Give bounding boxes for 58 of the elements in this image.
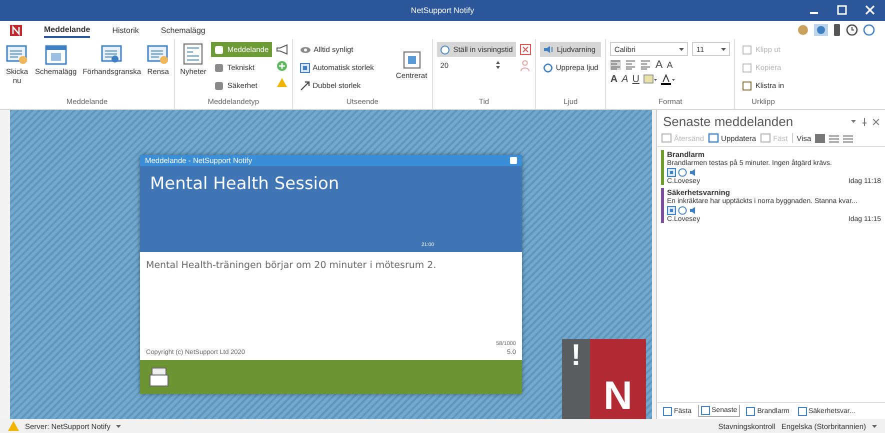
- caret-icon[interactable]: [116, 424, 122, 428]
- message-icon: [6, 43, 28, 65]
- caret-icon: [721, 48, 726, 50]
- tab-icon: [798, 406, 806, 416]
- toolbar-icon: [661, 133, 672, 143]
- text-style-button[interactable]: A: [622, 74, 628, 85]
- warning-icon: [8, 421, 19, 431]
- logo-mark: !: [562, 339, 590, 419]
- close-icon[interactable]: [873, 118, 879, 124]
- newspaper-icon: [183, 43, 204, 65]
- type-icon: [214, 62, 224, 72]
- caret-icon[interactable]: [851, 120, 856, 123]
- type-icon: [214, 44, 224, 54]
- message-body: Mental Health-träningen börjar om 20 minuter i mötesrum 2.: [146, 260, 438, 273]
- app-logo-icon[interactable]: [10, 24, 22, 36]
- eye-icon: [300, 46, 311, 54]
- tab-icon: [746, 406, 756, 416]
- ribbon-tab[interactable]: Historik: [112, 24, 139, 36]
- panel-title: Senaste meddelanden: [663, 114, 794, 129]
- spinner-arrows-icon[interactable]: [496, 61, 500, 69]
- caret-icon: [679, 48, 684, 50]
- double-size-icon: [300, 80, 310, 90]
- maximize-icon[interactable]: [837, 5, 847, 15]
- caret-icon[interactable]: [872, 424, 877, 428]
- message-icon: [100, 43, 123, 65]
- align-icon[interactable]: [625, 60, 636, 70]
- toolbar-icon: [760, 133, 772, 143]
- font-color-icon[interactable]: [661, 74, 676, 85]
- clipboard-icon: [742, 80, 752, 90]
- clipboard-icon: [742, 44, 752, 54]
- toolbar-icon: [708, 133, 720, 143]
- calendar-icon: [44, 43, 67, 65]
- message-heading: Mental Health Session: [150, 174, 340, 194]
- tab-icon: [700, 406, 710, 415]
- align-icon[interactable]: [640, 60, 652, 70]
- close-icon[interactable]: [520, 44, 531, 55]
- align-icon[interactable]: [610, 60, 622, 70]
- view-list-icon[interactable]: [843, 134, 854, 142]
- display-icon: [667, 206, 676, 215]
- text-style-button[interactable]: A: [610, 74, 618, 85]
- message-icon: [147, 43, 170, 65]
- center-icon: [402, 51, 421, 69]
- resize-icon: [300, 62, 310, 72]
- speaker-icon: [542, 45, 554, 54]
- pin-icon[interactable]: [862, 118, 867, 126]
- type-icon: [214, 80, 224, 90]
- font-size-button[interactable]: A: [666, 60, 673, 70]
- display-icon: [667, 168, 676, 177]
- tab-icon: [663, 406, 672, 416]
- view-list-icon[interactable]: [829, 134, 840, 142]
- logo-letter: N: [590, 339, 646, 419]
- window-title: NetSupport Notify: [410, 6, 474, 15]
- view-card-icon[interactable]: [815, 134, 826, 142]
- megaphone-icon[interactable]: [276, 44, 288, 55]
- ribbon-tab[interactable]: Schemalägg: [160, 24, 206, 36]
- font-size-button[interactable]: A: [655, 59, 663, 71]
- clipboard-icon: [742, 62, 752, 72]
- text-style-button[interactable]: U: [632, 74, 640, 85]
